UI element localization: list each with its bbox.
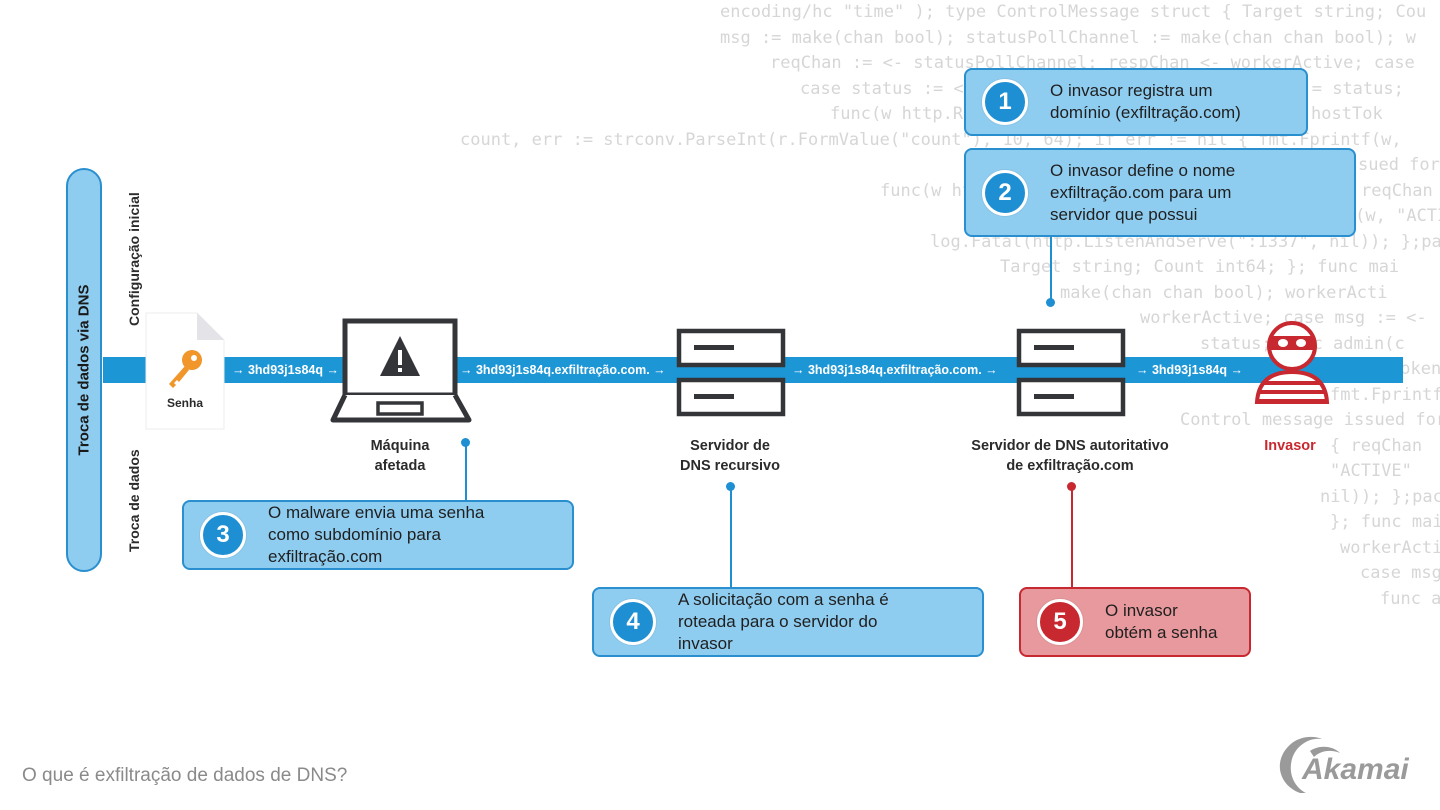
attacker-label: Invasor bbox=[1264, 438, 1316, 454]
authoritative-dns-server-icon bbox=[1016, 328, 1126, 417]
step-1-callout: 1 O invasor registra um domínio (exfiltr… bbox=[964, 68, 1308, 136]
infected-machine-label: Máquina afetada bbox=[340, 436, 460, 476]
code-line: }; func mai bbox=[1330, 512, 1440, 532]
side-label-text: Troca de dados via DNS bbox=[75, 284, 93, 456]
code-line: nil)); };pac bbox=[1320, 487, 1440, 507]
step-1-badge: 1 bbox=[982, 79, 1028, 125]
password-document-node: Senha bbox=[145, 312, 225, 430]
step-2-text-line: O invasor define o nome bbox=[1050, 160, 1236, 180]
code-line: msg := make(chan bool); statusPollChanne… bbox=[720, 28, 1416, 48]
page-title: O que é exfiltração de dados de DNS? bbox=[22, 765, 348, 786]
authoritative-dns-label-line2: de exfiltração.com bbox=[1006, 458, 1134, 474]
connector-line-step3 bbox=[465, 442, 467, 502]
step-2-text: O invasor define o nome exfiltração.com … bbox=[1050, 160, 1235, 226]
code-line: func adm bbox=[1380, 589, 1440, 609]
flow-label-extracted-password: → 3hd93j1s84q → bbox=[1134, 357, 1245, 383]
step-2-text-line: exfiltração.com para um bbox=[1050, 182, 1232, 202]
recursive-dns-label-line1: Servidor de bbox=[690, 438, 770, 454]
step-3-text-line: exfiltração.com bbox=[268, 547, 383, 566]
connector-line-step4 bbox=[730, 486, 732, 588]
code-line: encoding/hc "time" ); type ControlMessag… bbox=[720, 2, 1427, 22]
step-4-text-line: roteada para o servidor do bbox=[678, 612, 878, 631]
recursive-dns-label-line2: DNS recursivo bbox=[680, 458, 780, 474]
step-5-badge: 5 bbox=[1037, 599, 1083, 645]
step-4-text: A solicitação com a senha é roteada para… bbox=[678, 589, 889, 655]
code-line: make(chan chan bool); workerActi bbox=[1060, 283, 1388, 303]
infected-machine-label-line2: afetada bbox=[374, 458, 426, 474]
step-2-badge: 2 bbox=[982, 169, 1028, 216]
code-line: { reqChan bbox=[1330, 436, 1423, 456]
masked-attacker-icon bbox=[1254, 321, 1330, 404]
key-icon bbox=[169, 350, 202, 388]
infected-machine-label-line1: Máquina bbox=[370, 438, 430, 454]
phase-label-data-exchange: Troca de dados bbox=[126, 449, 142, 552]
step-4-text-line: A solicitação com a senha é bbox=[678, 590, 889, 609]
dns-exchange-side-label: Troca de dados via DNS bbox=[66, 168, 102, 572]
akamai-logo: Akamai bbox=[1270, 733, 1440, 802]
step-5-text: O invasor obtém a senha bbox=[1105, 600, 1217, 644]
recursive-dns-label: Servidor de DNS recursivo bbox=[650, 436, 810, 476]
step-3-badge: 3 bbox=[200, 512, 246, 558]
code-line: Control message issued for Tar bbox=[1180, 410, 1440, 430]
connector-line-step2 bbox=[1050, 236, 1052, 302]
code-line: case msg bbox=[1360, 563, 1440, 583]
code-line: fmt.Fprintf(w, bbox=[1330, 385, 1440, 405]
step-5-callout: 5 O invasor obtém a senha bbox=[1019, 587, 1251, 657]
step-4-badge: 4 bbox=[610, 599, 656, 645]
password-label: Senha bbox=[166, 396, 203, 410]
step-5-text-line: O invasor bbox=[1105, 601, 1178, 620]
flow-label-subdomain-query: → 3hd93j1s84q.exfiltração.com. → bbox=[458, 357, 668, 383]
code-line: workerActi bbox=[1340, 538, 1440, 558]
brand-name: Akamai bbox=[1302, 753, 1409, 786]
authoritative-dns-label: Servidor de DNS autoritativo de exfiltra… bbox=[950, 436, 1190, 476]
phase-label-initial-setup: Configuração inicial bbox=[126, 192, 142, 326]
flow-label-forwarded-query: → 3hd93j1s84q.exfiltração.com. → bbox=[790, 357, 1000, 383]
step-5-text-line: obtém a senha bbox=[1105, 623, 1218, 642]
step-3-text-line: O malware envia uma senha bbox=[268, 503, 485, 522]
step-3-text: O malware envia uma senha como subdomíni… bbox=[268, 502, 484, 568]
code-line: "ACTIVE" bbox=[1330, 461, 1412, 481]
authoritative-dns-label-line1: Servidor de DNS autoritativo bbox=[971, 438, 1169, 454]
laptop-warning-icon bbox=[330, 318, 472, 423]
step-1-text: O invasor registra um domínio (exfiltraç… bbox=[1050, 80, 1241, 124]
connector-line-step5 bbox=[1071, 486, 1073, 588]
step-3-text-line: como subdomínio para bbox=[268, 525, 441, 544]
step-2-text-line: servidor que possui bbox=[1050, 204, 1198, 224]
flow-label-password: → 3hd93j1s84q → bbox=[230, 357, 341, 383]
step-1-text-line: O invasor registra um bbox=[1050, 81, 1213, 100]
step-1-text-line: domínio (exfiltração.com) bbox=[1050, 103, 1241, 122]
step-4-callout: 4 A solicitação com a senha é roteada pa… bbox=[592, 587, 984, 657]
step-3-callout: 3 O malware envia uma senha como subdomí… bbox=[182, 500, 574, 570]
step-4-text-line: invasor bbox=[678, 634, 733, 653]
recursive-dns-server-icon bbox=[676, 328, 786, 417]
code-line: Target string; Count int64; }; func mai bbox=[1000, 257, 1400, 277]
step-2-callout: 2 O invasor define o nome exfiltração.co… bbox=[964, 148, 1356, 237]
